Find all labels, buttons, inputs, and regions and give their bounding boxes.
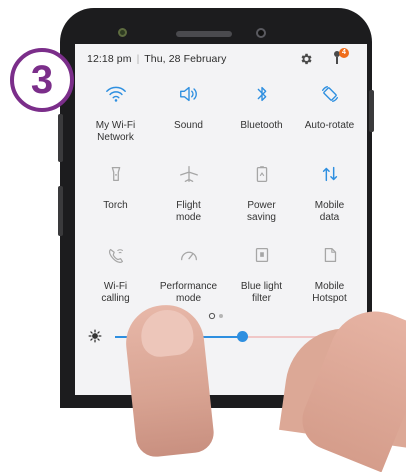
auto-rotate-icon (321, 85, 338, 103)
tile-label: Flight mode (175, 200, 201, 223)
proximity-sensor (118, 28, 127, 37)
bixby-button (369, 90, 374, 132)
tile-flight-mode[interactable]: Flight mode (152, 164, 225, 224)
mobile-data-icon (322, 166, 337, 182)
wifi-calling-icon (108, 248, 123, 263)
date-text: Thu, 28 February (144, 53, 227, 65)
tile-torch[interactable]: Torch (79, 164, 152, 212)
tile-mobile-data[interactable]: Mobile data (293, 164, 366, 224)
power-button (58, 114, 63, 162)
hotspot-icon (324, 247, 336, 263)
tile-label: Wi-Fi calling (101, 281, 130, 304)
step-number-badge: 3 (10, 48, 74, 112)
clock-time: 12:18 pm (87, 53, 132, 65)
brightness-slider-knob[interactable] (237, 331, 249, 342)
front-camera (256, 28, 266, 38)
tile-label: Power saving (247, 200, 276, 223)
earpiece-speaker (176, 31, 232, 37)
tile-bluetooth[interactable]: Bluetooth (225, 84, 298, 132)
wifi-icon (105, 86, 126, 102)
speaker-icon (179, 86, 197, 102)
tile-wifi-calling[interactable]: Wi-Fi calling (79, 245, 152, 305)
gear-icon[interactable] (299, 52, 313, 66)
tile-mobile-hotspot[interactable]: Mobile Hotspot (293, 245, 366, 305)
gauge-icon (180, 251, 197, 261)
tile-label: My Wi-Fi Network (95, 120, 136, 143)
tile-label: Bluetooth (240, 120, 283, 131)
tile-power-saving[interactable]: Power saving (225, 164, 298, 224)
tile-blue-light-filter[interactable]: Blue light filter (225, 245, 298, 305)
status-separator: | (136, 53, 140, 65)
tile-sound[interactable]: Sound (152, 84, 225, 132)
tile-label: Performance mode (159, 281, 218, 304)
tile-performance-mode[interactable]: Performance mode (152, 245, 225, 305)
tile-label: Torch (103, 200, 128, 211)
bluetooth-icon (257, 86, 266, 102)
tile-label: Sound (174, 120, 203, 131)
battery-icon (256, 166, 267, 182)
tile-label: Mobile Hotspot (312, 281, 347, 304)
torch-icon (111, 166, 120, 182)
volume-button (58, 186, 63, 236)
blue-light-filter-icon (255, 247, 268, 263)
brightness-icon (88, 329, 102, 343)
page-indicator (208, 312, 223, 320)
status-bar: 12:18 pm | Thu, 28 February (87, 53, 226, 65)
tile-label: Auto-rotate (304, 120, 355, 131)
notification-badge: 4 (339, 48, 349, 58)
tile-label: Blue light filter (240, 281, 283, 304)
airplane-icon (179, 166, 198, 182)
tile-auto-rotate[interactable]: Auto-rotate (293, 84, 366, 132)
tile-label: Mobile data (314, 200, 345, 223)
tile-my-wifi-network[interactable]: My Wi-Fi Network (79, 84, 152, 144)
